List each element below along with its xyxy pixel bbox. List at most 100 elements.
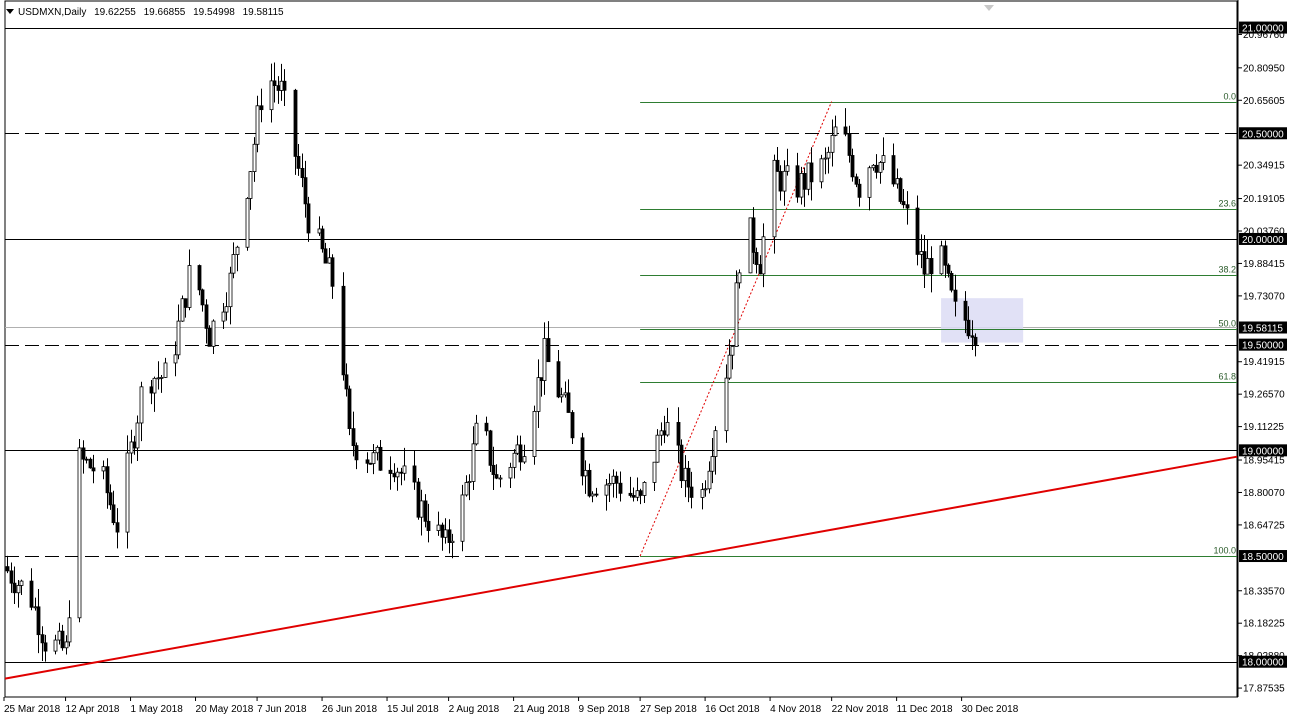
candle[interactable] <box>139 381 144 442</box>
candle[interactable] <box>412 450 417 490</box>
candle[interactable] <box>901 189 906 209</box>
candle[interactable] <box>570 410 575 445</box>
candle[interactable] <box>152 376 157 412</box>
candle[interactable] <box>795 152 800 203</box>
candle[interactable] <box>806 162 811 196</box>
candle[interactable] <box>566 379 571 413</box>
candle[interactable] <box>607 473 612 502</box>
scroll-down-triangle-icon[interactable] <box>984 5 994 11</box>
candle[interactable] <box>344 363 349 397</box>
candle[interactable] <box>416 478 421 520</box>
candle[interactable] <box>881 137 886 171</box>
candle[interactable] <box>943 240 948 278</box>
candle[interactable] <box>539 377 544 397</box>
candle[interactable] <box>922 234 927 288</box>
candle[interactable] <box>436 511 441 536</box>
candle[interactable] <box>491 446 496 491</box>
candle[interactable] <box>88 457 93 469</box>
candle[interactable] <box>53 634 58 655</box>
candle[interactable] <box>703 480 708 497</box>
candle[interactable] <box>173 341 178 377</box>
candle[interactable] <box>101 460 106 480</box>
candle[interactable] <box>341 272 346 381</box>
candle[interactable] <box>187 249 192 311</box>
candle[interactable] <box>754 247 759 274</box>
candle[interactable] <box>204 299 209 344</box>
candle[interactable] <box>317 216 322 236</box>
candle[interactable] <box>854 173 859 188</box>
candle[interactable] <box>460 484 465 552</box>
candle[interactable] <box>878 161 883 184</box>
candle[interactable] <box>224 292 229 321</box>
candle[interactable] <box>443 518 448 544</box>
candle[interactable] <box>737 269 742 289</box>
candle[interactable] <box>580 432 585 486</box>
candle[interactable] <box>594 487 599 498</box>
candle[interactable] <box>652 461 657 491</box>
candle[interactable] <box>447 519 452 554</box>
dropdown-triangle-icon[interactable] <box>6 9 14 14</box>
candle[interactable] <box>327 247 332 264</box>
candle[interactable] <box>614 471 619 499</box>
candle[interactable] <box>778 165 783 201</box>
candle[interactable] <box>819 154 824 189</box>
candle[interactable] <box>371 444 376 475</box>
candle[interactable] <box>713 426 718 475</box>
candle[interactable] <box>915 195 920 266</box>
candle[interactable] <box>867 165 872 211</box>
candle[interactable] <box>559 387 564 403</box>
candle[interactable] <box>255 95 260 153</box>
candle[interactable] <box>751 207 756 265</box>
candle[interactable] <box>871 163 876 171</box>
candle[interactable] <box>135 415 140 461</box>
candle[interactable] <box>464 475 469 497</box>
candle[interactable] <box>689 471 694 509</box>
candle[interactable] <box>556 349 561 399</box>
candle[interactable] <box>207 325 212 347</box>
candle[interactable] <box>132 435 137 455</box>
candle[interactable] <box>761 223 766 288</box>
candle[interactable] <box>19 579 24 595</box>
candle[interactable] <box>847 125 852 163</box>
candle[interactable] <box>402 447 407 481</box>
support-zone-rectangle[interactable] <box>941 298 1024 343</box>
candle[interactable] <box>293 88 298 175</box>
candle[interactable] <box>611 469 616 498</box>
candle[interactable] <box>300 153 305 188</box>
candle[interactable] <box>231 242 236 279</box>
candle[interactable] <box>618 471 623 502</box>
candle[interactable] <box>830 119 835 167</box>
candle[interactable] <box>710 437 715 484</box>
candle[interactable] <box>33 597 38 611</box>
candle[interactable] <box>895 168 900 189</box>
candle[interactable] <box>440 522 445 551</box>
candle[interactable] <box>282 69 287 107</box>
candle[interactable] <box>471 426 476 491</box>
candle[interactable] <box>785 148 790 176</box>
candle[interactable] <box>375 445 380 461</box>
candle[interactable] <box>590 491 595 503</box>
candle[interactable] <box>683 455 688 498</box>
candle[interactable] <box>91 454 96 484</box>
candle[interactable] <box>43 634 48 662</box>
candle[interactable] <box>84 456 89 464</box>
candle[interactable] <box>347 385 352 436</box>
candle[interactable] <box>655 429 660 463</box>
candle[interactable] <box>734 270 739 347</box>
candle[interactable] <box>662 415 667 444</box>
candle[interactable] <box>857 179 862 207</box>
candle[interactable] <box>180 295 185 322</box>
candle[interactable] <box>679 439 684 488</box>
candle[interactable] <box>183 298 188 318</box>
candle[interactable] <box>368 462 373 465</box>
candle[interactable] <box>494 464 499 480</box>
candle[interactable] <box>306 196 311 242</box>
candle[interactable] <box>163 357 168 378</box>
candle[interactable] <box>665 407 670 437</box>
candle[interactable] <box>279 63 284 101</box>
candle[interactable] <box>197 264 202 296</box>
candle[interactable] <box>176 304 181 360</box>
candle[interactable] <box>898 177 903 204</box>
candle[interactable] <box>758 255 763 275</box>
candle[interactable] <box>5 555 10 574</box>
